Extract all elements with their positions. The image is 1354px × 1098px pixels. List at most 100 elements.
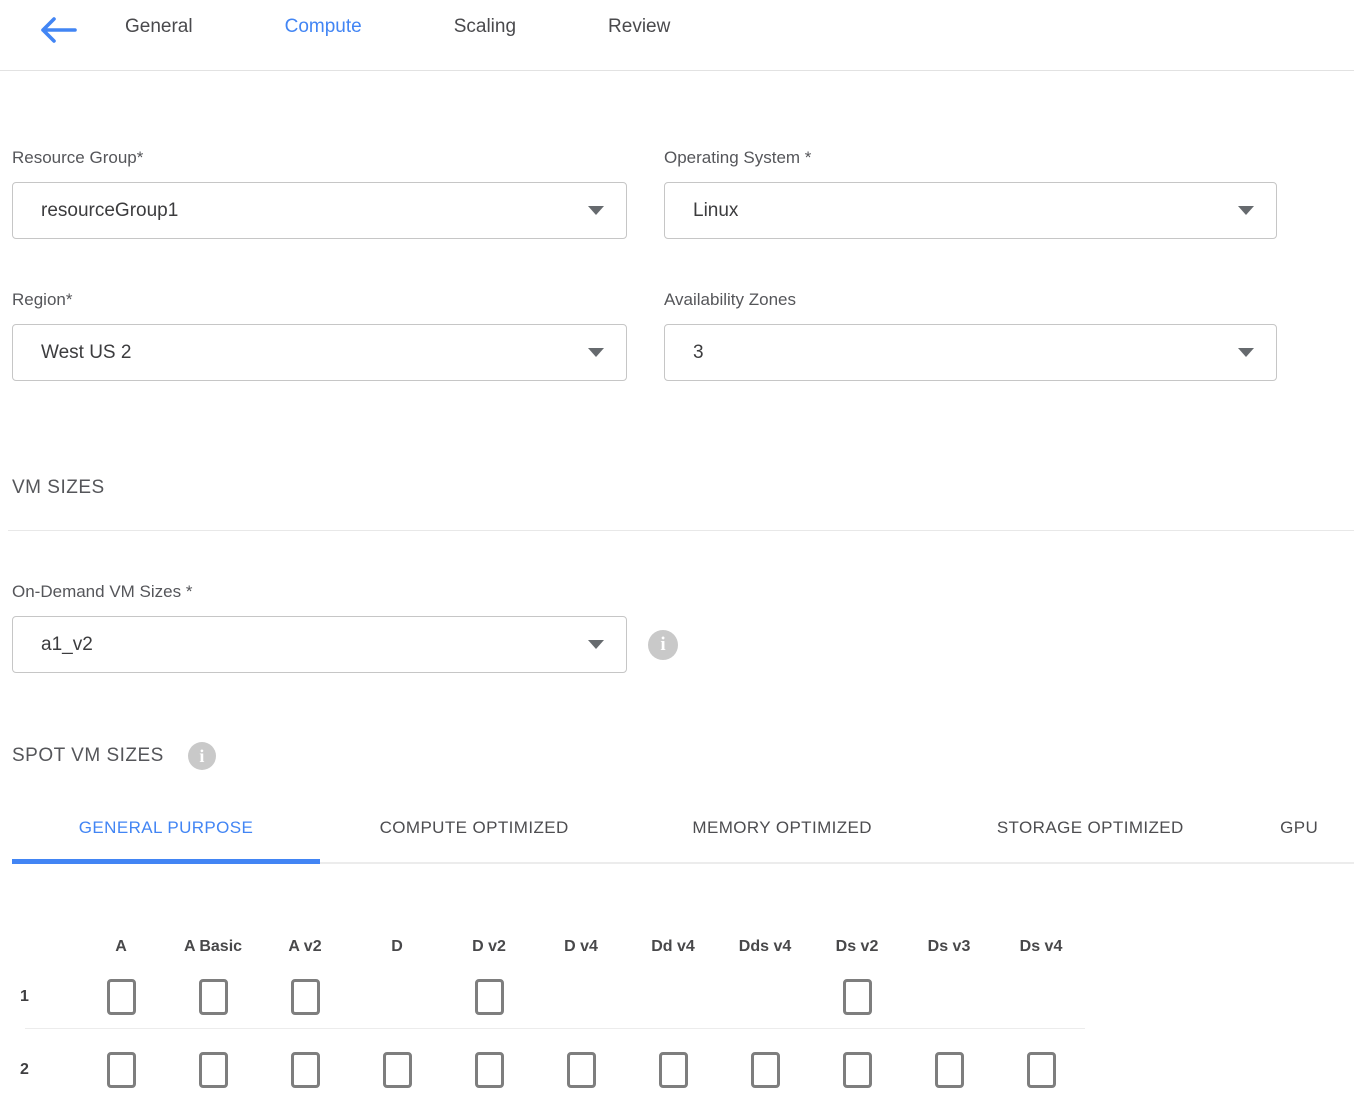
operating-system-label: Operating System * (664, 148, 1277, 168)
vm-grid-row-label-2: 2 (12, 1061, 75, 1079)
operating-system-value: Linux (693, 200, 738, 222)
compute-form-main: Resource Group* resourceGroup1 i Operati… (0, 148, 1354, 1088)
checkbox-row2-ds-v4[interactable] (1027, 1052, 1056, 1088)
vm-grid-cell-2-dd-v4 (627, 1052, 719, 1088)
operating-system-field: Operating System * Linux i (664, 148, 1277, 239)
region-label: Region* (12, 290, 627, 310)
vm-grid-column-header-a-basic: A Basic (167, 938, 259, 956)
vm-grid-cell-2-ds-v2 (811, 1052, 903, 1088)
vm-grid-cell-1-a (75, 979, 167, 1015)
checkbox-row1-ds-v2[interactable] (843, 979, 872, 1015)
wizard-header: General Compute Scaling Review (0, 0, 1354, 71)
checkbox-row1-a[interactable] (107, 979, 136, 1015)
vm-grid-cell-2-d-v4 (535, 1052, 627, 1088)
vm-grid-cell-2-a-basic (167, 1052, 259, 1088)
vm-grid-row-divider (25, 1028, 1085, 1029)
vm-grid-column-header-d-v2: D v2 (443, 938, 535, 956)
wizard-tab-general[interactable]: General (125, 15, 193, 39)
spot-vm-sizes-section-header: SPOT VM SIZES i (12, 742, 1277, 770)
checkbox-row2-a[interactable] (107, 1052, 136, 1088)
on-demand-vm-sizes-value: a1_v2 (41, 634, 93, 656)
vm-grid-cell-1-a-basic (167, 979, 259, 1015)
spot-tab-gpu[interactable]: GPU (1244, 818, 1354, 862)
spot-category-tab-bar: GENERAL PURPOSECOMPUTE OPTIMIZEDMEMORY O… (12, 818, 1354, 864)
vm-grid-cell-1-d-v4 (535, 979, 627, 1015)
on-demand-vm-sizes-section: On-Demand VM Sizes * a1_v2 i (12, 582, 1277, 673)
vm-grid-column-header-a: A (75, 938, 167, 956)
config-form: Resource Group* resourceGroup1 i Operati… (12, 148, 1277, 381)
wizard-tab-scaling[interactable]: Scaling (454, 15, 516, 39)
resource-group-field: Resource Group* resourceGroup1 i (12, 148, 627, 239)
vm-grid-column-header-d-v4: D v4 (535, 938, 627, 956)
compute-config-page: General Compute Scaling Review Resource Gro… (0, 0, 1354, 1098)
chevron-down-icon (588, 640, 604, 649)
back-button[interactable] (38, 13, 78, 47)
checkbox-row2-d-v2[interactable] (475, 1052, 504, 1088)
checkbox-row2-a-basic[interactable] (199, 1052, 228, 1088)
operating-system-dropdown[interactable]: Linux (664, 182, 1277, 239)
vm-grid-column-header-d: D (351, 938, 443, 956)
vm-grid-cell-2-a-v2 (259, 1052, 351, 1088)
vm-grid-header-row: AA BasicA v2DD v2D v4Dd v4Dds v4Ds v2Ds … (12, 938, 1277, 956)
availability-zones-label: Availability Zones (664, 290, 1277, 310)
vm-grid-cell-1-ds-v4 (995, 979, 1087, 1015)
availability-zones-value: 3 (693, 342, 704, 364)
vm-grid-cell-1-ds-v3 (903, 979, 995, 1015)
on-demand-vm-sizes-field: On-Demand VM Sizes * a1_v2 i (12, 582, 1277, 673)
wizard-tab-bar: General Compute Scaling Review (125, 13, 670, 39)
chevron-down-icon (1238, 206, 1254, 215)
vm-grid-cell-1-d-v2 (443, 979, 535, 1015)
vm-grid-cell-1-a-v2 (259, 979, 351, 1015)
spot-vm-size-grid: AA BasicA v2DD v2D v4Dd v4Dds v4Ds v2Ds … (12, 938, 1277, 1088)
checkbox-row2-ds-v3[interactable] (935, 1052, 964, 1088)
chevron-down-icon (588, 206, 604, 215)
vm-grid-cell-2-a (75, 1052, 167, 1088)
on-demand-vm-sizes-dropdown[interactable]: a1_v2 (12, 616, 627, 673)
vm-grid-row-1: 1 (12, 979, 1277, 1015)
resource-group-dropdown[interactable]: resourceGroup1 (12, 182, 627, 239)
vm-grid-cell-1-d (351, 979, 443, 1015)
availability-zones-dropdown[interactable]: 3 (664, 324, 1277, 381)
availability-zones-field: Availability Zones 3 i (664, 290, 1277, 381)
checkbox-row1-d-v2[interactable] (475, 979, 504, 1015)
vm-grid-column-header-ds-v4: Ds v4 (995, 938, 1087, 956)
vm-grid-column-header-dds-v4: Dds v4 (719, 938, 811, 956)
vm-grid-cell-2-ds-v3 (903, 1052, 995, 1088)
checkbox-row2-dd-v4[interactable] (659, 1052, 688, 1088)
checkbox-row2-ds-v2[interactable] (843, 1052, 872, 1088)
vm-grid-row-2: 2 (12, 1052, 1277, 1088)
vm-grid-cell-1-ds-v2 (811, 979, 903, 1015)
spot-tab-compute-optimized[interactable]: COMPUTE OPTIMIZED (320, 818, 628, 862)
vm-grid-cell-2-ds-v4 (995, 1052, 1087, 1088)
on-demand-vm-sizes-info-icon[interactable]: i (648, 630, 678, 660)
wizard-tab-review[interactable]: Review (608, 15, 670, 39)
region-value: West US 2 (41, 342, 131, 364)
vm-grid-cell-1-dd-v4 (627, 979, 719, 1015)
vm-grid-column-header-dd-v4: Dd v4 (627, 938, 719, 956)
region-dropdown[interactable]: West US 2 (12, 324, 627, 381)
vm-grid-cell-2-d (351, 1052, 443, 1088)
spot-tab-storage-optimized[interactable]: STORAGE OPTIMIZED (936, 818, 1244, 862)
spot-tab-memory-optimized[interactable]: MEMORY OPTIMIZED (628, 818, 936, 862)
resource-group-value: resourceGroup1 (41, 200, 178, 222)
chevron-down-icon (1238, 348, 1254, 357)
vm-grid-column-header-ds-v3: Ds v3 (903, 938, 995, 956)
checkbox-row1-a-v2[interactable] (291, 979, 320, 1015)
vm-grid-row-label-1: 1 (12, 988, 75, 1006)
vm-sizes-heading: VM SIZES (12, 477, 1277, 499)
checkbox-row2-d-v4[interactable] (567, 1052, 596, 1088)
vm-grid-cell-1-dds-v4 (719, 979, 811, 1015)
checkbox-row2-a-v2[interactable] (291, 1052, 320, 1088)
checkbox-row2-dds-v4[interactable] (751, 1052, 780, 1088)
spot-vm-sizes-heading: SPOT VM SIZES (12, 745, 164, 767)
vm-grid-column-header-ds-v2: Ds v2 (811, 938, 903, 956)
section-divider (8, 530, 1354, 531)
vm-grid-cell-2-dds-v4 (719, 1052, 811, 1088)
checkbox-row2-d[interactable] (383, 1052, 412, 1088)
region-field: Region* West US 2 i (12, 290, 627, 381)
checkbox-row1-a-basic[interactable] (199, 979, 228, 1015)
wizard-tab-compute[interactable]: Compute (285, 15, 362, 39)
spot-vm-sizes-info-icon[interactable]: i (188, 742, 216, 770)
resource-group-label: Resource Group* (12, 148, 627, 168)
spot-tab-general-purpose[interactable]: GENERAL PURPOSE (12, 818, 320, 864)
